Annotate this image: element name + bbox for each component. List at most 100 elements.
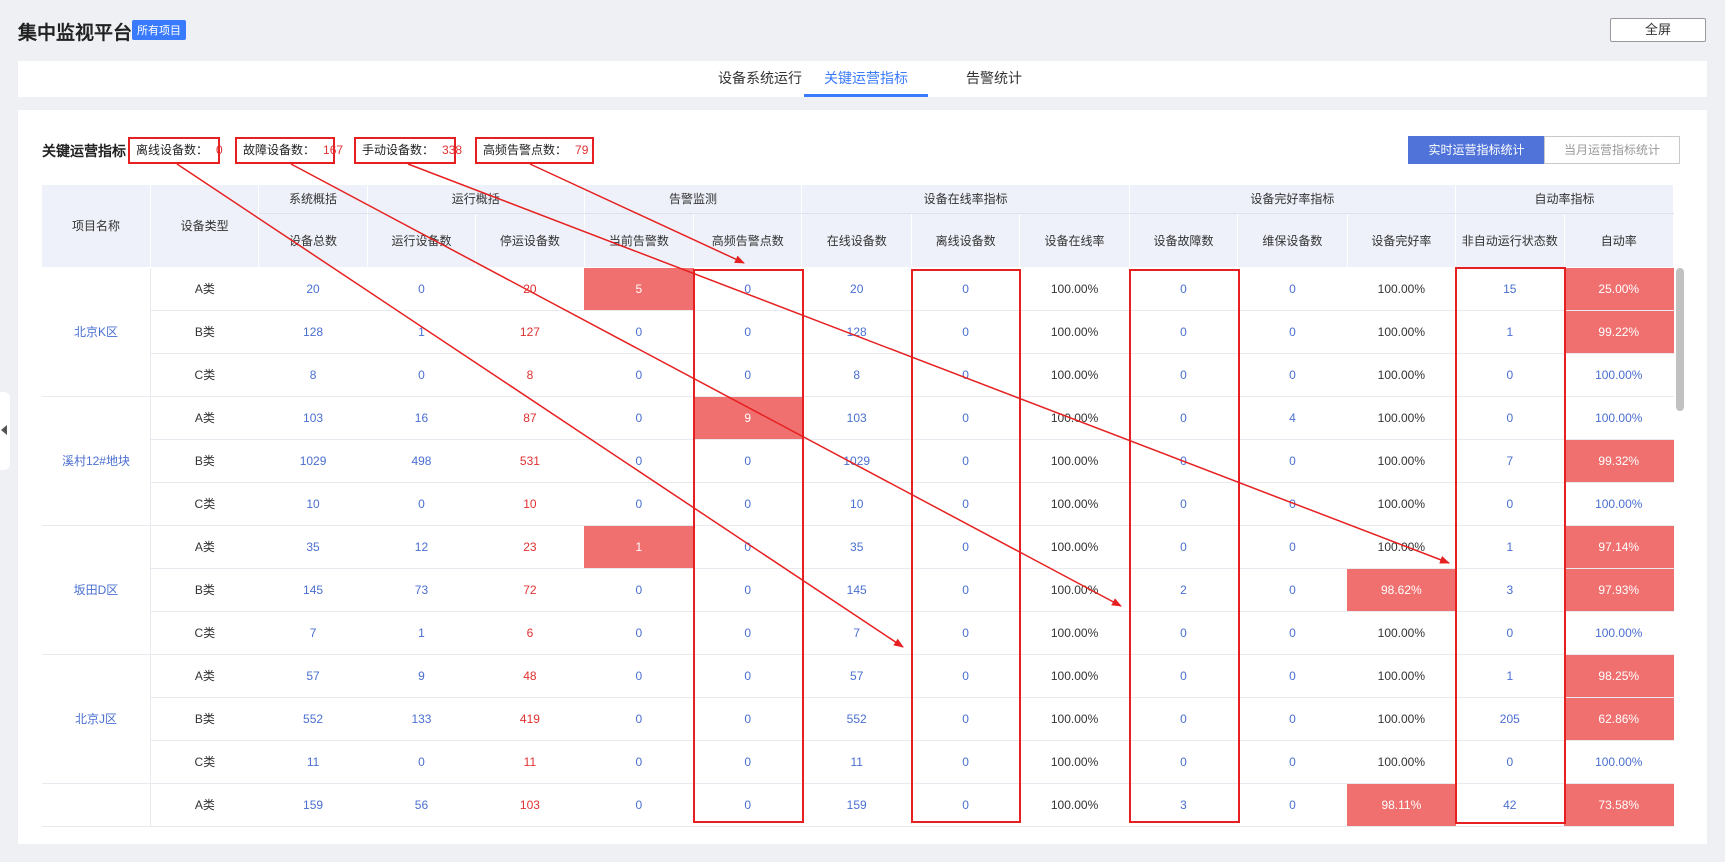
- cell-current-alarms[interactable]: 0: [584, 310, 694, 354]
- cell-offline-devices[interactable]: 0: [911, 611, 1020, 655]
- cell-stopped-devices[interactable]: 6: [475, 611, 585, 655]
- cell-stopped-devices[interactable]: 48: [475, 654, 585, 698]
- cell-non-auto-count[interactable]: 0: [1455, 353, 1564, 397]
- cell-online-devices[interactable]: 10: [801, 482, 912, 526]
- cell-running-devices[interactable]: 133: [367, 697, 476, 741]
- cell-fault-count[interactable]: 0: [1129, 396, 1238, 440]
- cell-non-auto-count[interactable]: 0: [1455, 611, 1564, 655]
- cell-non-auto-count[interactable]: 205: [1455, 697, 1564, 741]
- cell-fault-count[interactable]: 3: [1129, 783, 1238, 827]
- cell-current-alarms[interactable]: 0: [584, 740, 694, 784]
- cell-running-devices[interactable]: 498: [367, 439, 476, 483]
- cell-stopped-devices[interactable]: 103: [475, 783, 585, 827]
- cell-maintenance-devices[interactable]: 0: [1237, 740, 1348, 784]
- cell-maintenance-devices[interactable]: 0: [1237, 525, 1348, 569]
- cell-online-devices[interactable]: 7: [801, 611, 912, 655]
- cell-offline-devices[interactable]: 0: [911, 740, 1020, 784]
- cell-online-devices[interactable]: 159: [801, 783, 912, 827]
- cell-running-devices[interactable]: 1: [367, 310, 476, 354]
- cell-offline-devices[interactable]: 0: [911, 310, 1020, 354]
- cell-high-freq-alarm-points[interactable]: 0: [693, 783, 802, 827]
- cell-running-devices[interactable]: 0: [367, 740, 476, 784]
- cell-online-devices[interactable]: 20: [801, 267, 912, 311]
- cell-online-devices[interactable]: 57: [801, 654, 912, 698]
- cell-running-devices[interactable]: 0: [367, 267, 476, 311]
- cell-total-devices[interactable]: 1029: [258, 439, 368, 483]
- cell-running-devices[interactable]: 0: [367, 353, 476, 397]
- cell-total-devices[interactable]: 552: [258, 697, 368, 741]
- cell-maintenance-devices[interactable]: 0: [1237, 783, 1348, 827]
- cell-maintenance-devices[interactable]: 0: [1237, 353, 1348, 397]
- cell-high-freq-alarm-points[interactable]: 0: [693, 611, 802, 655]
- cell-running-devices[interactable]: 56: [367, 783, 476, 827]
- cell-current-alarms[interactable]: 0: [584, 611, 694, 655]
- cell-total-devices[interactable]: 145: [258, 568, 368, 612]
- cell-current-alarms[interactable]: 5: [584, 267, 694, 311]
- cell-stopped-devices[interactable]: 8: [475, 353, 585, 397]
- cell-high-freq-alarm-points[interactable]: 0: [693, 353, 802, 397]
- cell-maintenance-devices[interactable]: 4: [1237, 396, 1348, 440]
- project-name-link[interactable]: 溪村12#地块: [42, 396, 151, 526]
- cell-stopped-devices[interactable]: 72: [475, 568, 585, 612]
- cell-high-freq-alarm-points[interactable]: 0: [693, 439, 802, 483]
- cell-offline-devices[interactable]: 0: [911, 568, 1020, 612]
- cell-stopped-devices[interactable]: 10: [475, 482, 585, 526]
- cell-non-auto-count[interactable]: 1: [1455, 525, 1564, 569]
- cell-offline-devices[interactable]: 0: [911, 267, 1020, 311]
- project-name-link[interactable]: [42, 783, 151, 827]
- cell-maintenance-devices[interactable]: 0: [1237, 267, 1348, 311]
- cell-stopped-devices[interactable]: 87: [475, 396, 585, 440]
- cell-non-auto-count[interactable]: 0: [1455, 482, 1564, 526]
- cell-running-devices[interactable]: 0: [367, 482, 476, 526]
- cell-current-alarms[interactable]: 0: [584, 396, 694, 440]
- tab-alarm-statistics[interactable]: 告警统计: [942, 61, 1046, 97]
- cell-stopped-devices[interactable]: 23: [475, 525, 585, 569]
- cell-high-freq-alarm-points[interactable]: 0: [693, 267, 802, 311]
- cell-stopped-devices[interactable]: 11: [475, 740, 585, 784]
- cell-current-alarms[interactable]: 0: [584, 654, 694, 698]
- cell-maintenance-devices[interactable]: 0: [1237, 654, 1348, 698]
- cell-maintenance-devices[interactable]: 0: [1237, 568, 1348, 612]
- cell-fault-count[interactable]: 0: [1129, 654, 1238, 698]
- cell-total-devices[interactable]: 128: [258, 310, 368, 354]
- cell-high-freq-alarm-points[interactable]: 0: [693, 740, 802, 784]
- cell-current-alarms[interactable]: 0: [584, 482, 694, 526]
- cell-online-devices[interactable]: 552: [801, 697, 912, 741]
- cell-high-freq-alarm-points[interactable]: 0: [693, 654, 802, 698]
- project-name-link[interactable]: 坂田D区: [42, 525, 151, 655]
- cell-fault-count[interactable]: 0: [1129, 740, 1238, 784]
- cell-current-alarms[interactable]: 0: [584, 783, 694, 827]
- cell-stopped-devices[interactable]: 531: [475, 439, 585, 483]
- cell-offline-devices[interactable]: 0: [911, 654, 1020, 698]
- project-name-link[interactable]: 北京J区: [42, 654, 151, 784]
- cell-online-devices[interactable]: 35: [801, 525, 912, 569]
- cell-fault-count[interactable]: 0: [1129, 310, 1238, 354]
- cell-non-auto-count[interactable]: 0: [1455, 740, 1564, 784]
- cell-non-auto-count[interactable]: 42: [1455, 783, 1564, 827]
- cell-running-devices[interactable]: 9: [367, 654, 476, 698]
- cell-maintenance-devices[interactable]: 0: [1237, 310, 1348, 354]
- cell-high-freq-alarm-points[interactable]: 0: [693, 525, 802, 569]
- cell-fault-count[interactable]: 0: [1129, 439, 1238, 483]
- cell-total-devices[interactable]: 20: [258, 267, 368, 311]
- cell-current-alarms[interactable]: 0: [584, 697, 694, 741]
- cell-running-devices[interactable]: 12: [367, 525, 476, 569]
- cell-online-devices[interactable]: 128: [801, 310, 912, 354]
- cell-high-freq-alarm-points[interactable]: 0: [693, 697, 802, 741]
- cell-non-auto-count[interactable]: 7: [1455, 439, 1564, 483]
- table-scrollbar[interactable]: [1676, 268, 1684, 411]
- cell-total-devices[interactable]: 159: [258, 783, 368, 827]
- cell-maintenance-devices[interactable]: 0: [1237, 611, 1348, 655]
- cell-total-devices[interactable]: 7: [258, 611, 368, 655]
- cell-high-freq-alarm-points[interactable]: 0: [693, 568, 802, 612]
- cell-maintenance-devices[interactable]: 0: [1237, 697, 1348, 741]
- cell-online-devices[interactable]: 8: [801, 353, 912, 397]
- cell-fault-count[interactable]: 0: [1129, 353, 1238, 397]
- fullscreen-button[interactable]: 全屏: [1610, 18, 1706, 42]
- cell-offline-devices[interactable]: 0: [911, 396, 1020, 440]
- cell-running-devices[interactable]: 73: [367, 568, 476, 612]
- cell-current-alarms[interactable]: 0: [584, 353, 694, 397]
- cell-total-devices[interactable]: 103: [258, 396, 368, 440]
- cell-stopped-devices[interactable]: 20: [475, 267, 585, 311]
- collapse-sidebar-handle[interactable]: [0, 392, 10, 470]
